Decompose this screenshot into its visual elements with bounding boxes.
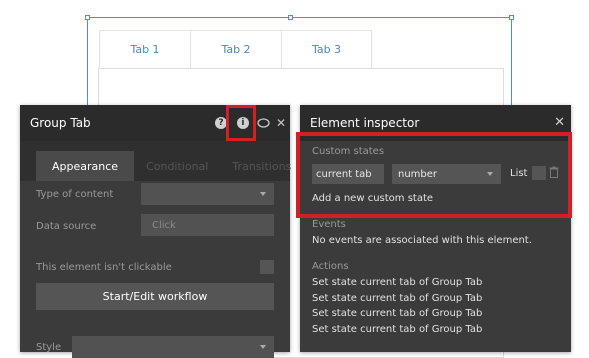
info-icon-highlight	[226, 105, 256, 141]
resize-handle[interactable]	[288, 15, 293, 20]
events-label: Events	[312, 219, 346, 230]
start-edit-workflow-button[interactable]: Start/Edit workflow	[36, 283, 274, 310]
data-source-input[interactable]: Click	[141, 214, 274, 236]
tab-appearance[interactable]: Appearance	[36, 151, 135, 181]
chevron-down-icon	[260, 345, 266, 349]
not-clickable-checkbox[interactable]	[260, 260, 274, 274]
style-label: Style	[36, 342, 62, 353]
action-item[interactable]: Set state current tab of Group Tab	[312, 308, 482, 319]
group-tab-panel: Group Tab ? i ✕ Appearance Conditional T…	[20, 105, 291, 358]
data-source-label: Data source	[36, 221, 97, 232]
style-dropdown[interactable]	[72, 336, 274, 358]
comment-icon[interactable]	[257, 117, 270, 129]
events-text: No events are associated with this eleme…	[312, 235, 532, 246]
not-clickable-label: This element isn't clickable	[36, 262, 172, 273]
type-of-content-label: Type of content	[36, 189, 114, 200]
panel-title: Group Tab	[30, 116, 91, 130]
element-inspector-panel: Element inspector ✕ Custom states curren…	[296, 105, 572, 352]
action-item[interactable]: Set state current tab of Group Tab	[312, 277, 482, 288]
panel-header: Group Tab ? i ✕	[20, 105, 290, 141]
tab-2[interactable]: Tab 2	[190, 30, 281, 69]
tab-strip: Tab 1 Tab 2 Tab 3	[99, 30, 372, 69]
resize-handle[interactable]	[85, 15, 90, 20]
tab-3[interactable]: Tab 3	[281, 30, 372, 69]
close-icon[interactable]: ✕	[276, 116, 286, 130]
resize-handle[interactable]	[509, 15, 514, 20]
panel-title: Element inspector	[310, 116, 420, 130]
type-of-content-dropdown[interactable]	[141, 183, 274, 205]
tab-1[interactable]: Tab 1	[99, 30, 190, 69]
action-item[interactable]: Set state current tab of Group Tab	[312, 293, 482, 304]
tab-conditional[interactable]: Conditional	[134, 151, 220, 181]
property-tabs: Appearance Conditional Transitions	[20, 141, 291, 181]
tab-transitions[interactable]: Transitions	[220, 151, 303, 181]
close-icon[interactable]: ✕	[554, 115, 565, 130]
chevron-down-icon	[260, 192, 266, 196]
custom-states-highlight	[296, 132, 572, 218]
actions-label: Actions	[312, 261, 349, 272]
action-item[interactable]: Set state current tab of Group Tab	[312, 324, 482, 335]
